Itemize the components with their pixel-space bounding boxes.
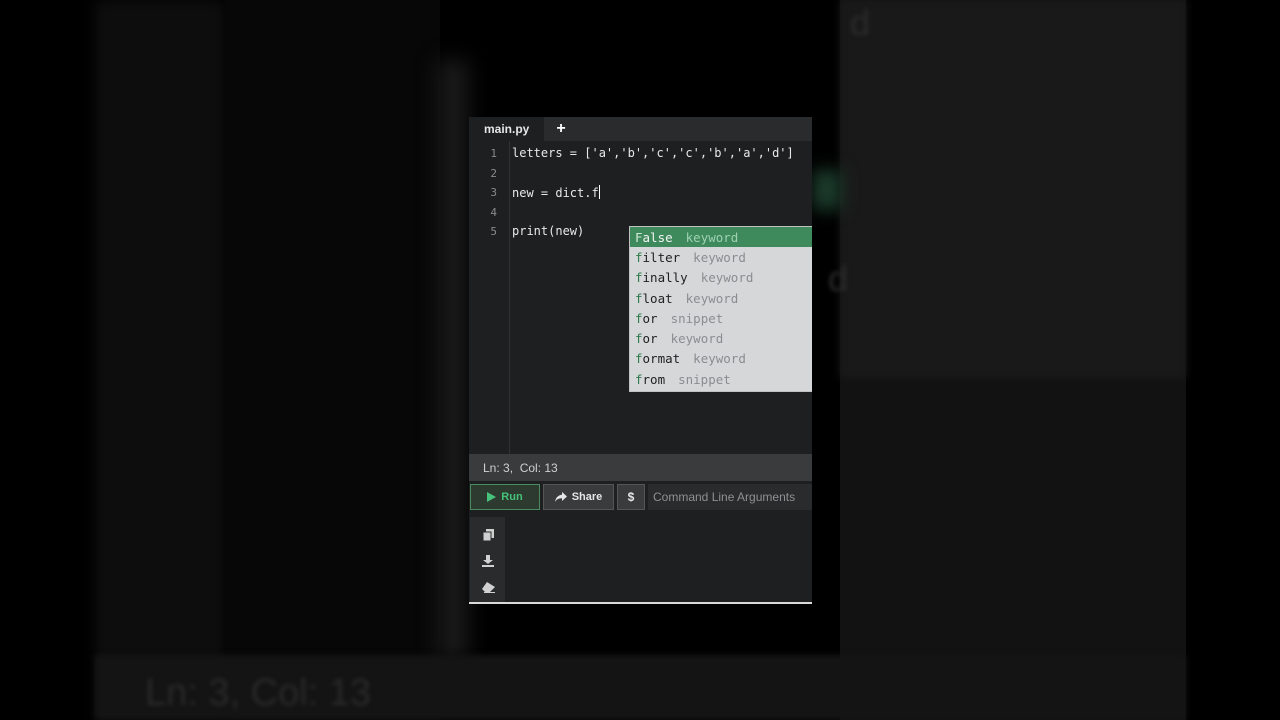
line-number: 1 — [490, 147, 497, 160]
share-icon — [554, 492, 567, 502]
line-number: 2 — [490, 167, 497, 180]
tab-bar: main.py + — [469, 117, 812, 141]
play-icon — [487, 492, 497, 502]
output-console[interactable] — [469, 517, 812, 602]
share-button[interactable]: Share — [543, 484, 614, 510]
code-line-5[interactable]: print(new) — [512, 224, 584, 238]
panel-bottom-border — [469, 602, 812, 604]
bg-blur-left — [95, 0, 225, 720]
bg-blur-left-inner — [225, 0, 440, 720]
code-line-3-text: new = dict. — [512, 186, 592, 200]
bg-glyph-mid: d — [828, 258, 849, 299]
autocomplete-item[interactable]: finally keyword — [630, 268, 812, 288]
stdin-button[interactable]: $ — [617, 484, 645, 510]
copy-icon[interactable] — [480, 527, 496, 543]
bg-blur-right-panel — [840, 0, 1186, 378]
bg-edge-glow — [438, 60, 468, 660]
autocomplete-item[interactable]: for keyword — [630, 328, 812, 348]
eraser-icon[interactable] — [480, 579, 496, 595]
line-number: 4 — [490, 206, 497, 219]
run-button[interactable]: Run — [470, 484, 540, 510]
code-line-3[interactable]: new = dict.f — [512, 185, 600, 200]
line-number: 5 — [490, 225, 497, 238]
download-icon[interactable] — [480, 553, 496, 569]
tab-main-py[interactable]: main.py — [469, 117, 545, 141]
autocomplete-popup: False keyword filter keyword finally keywor… — [629, 226, 812, 392]
code-line-1[interactable]: letters = ['a','b','c','c','b','a','d'] — [512, 146, 794, 160]
line-number: 3 — [490, 186, 497, 199]
command-line-arguments-input[interactable]: Command Line Arguments — [648, 484, 812, 510]
code-editor-panel: main.py + 1 2 3 4 5 letters = ['a','b','… — [469, 117, 812, 604]
add-tab-button[interactable]: + — [553, 117, 569, 141]
text-cursor — [598, 185, 600, 199]
cursor-position: Ln: 3, Col: 13 — [483, 460, 558, 475]
autocomplete-item[interactable]: format keyword — [630, 349, 812, 369]
autocomplete-item[interactable]: float keyword — [630, 288, 812, 308]
bg-green-glow — [812, 170, 842, 210]
code-line-3-typed: f — [591, 186, 599, 200]
run-button-label: Run — [501, 491, 523, 503]
autocomplete-item[interactable]: from snippet — [630, 369, 812, 389]
editor-status-bar: Ln: 3, Col: 13 — [469, 454, 812, 481]
share-button-label: Share — [571, 491, 603, 503]
code-area[interactable]: letters = ['a','b','c','c','b','a','d'] … — [512, 141, 812, 454]
autocomplete-item[interactable]: False keyword — [630, 227, 812, 248]
autocomplete-item[interactable]: for snippet — [630, 308, 812, 328]
autocomplete-item[interactable]: filter keyword — [630, 247, 812, 267]
bg-big-status-text: Ln: 3, Col: 13 — [145, 672, 372, 714]
run-toolbar: Run Share $ Command Line Arguments — [469, 484, 812, 512]
bg-glyph-top: d — [850, 2, 871, 43]
line-number-gutter: 1 2 3 4 5 — [469, 141, 510, 454]
console-tool-column — [470, 517, 505, 602]
